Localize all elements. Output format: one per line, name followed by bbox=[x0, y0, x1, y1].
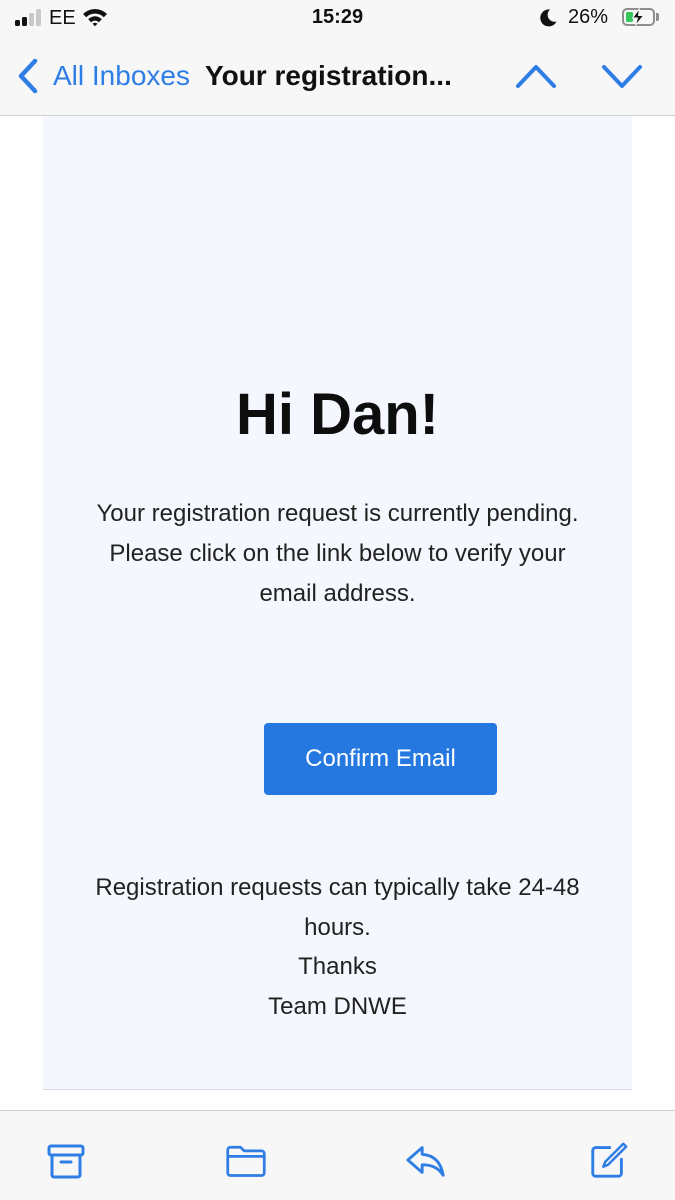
confirm-email-button[interactable]: Confirm Email bbox=[264, 723, 497, 795]
chevron-down-icon[interactable] bbox=[600, 58, 644, 94]
compose-icon[interactable] bbox=[588, 1139, 630, 1181]
chevron-left-icon[interactable] bbox=[15, 56, 41, 96]
email-body: Your registration request is currently p… bbox=[83, 494, 592, 614]
status-bar: EE 15:29 26% bbox=[0, 0, 675, 38]
email-content: Hi Dan! Your registration request is cur… bbox=[43, 116, 632, 1090]
back-button[interactable]: All Inboxes bbox=[53, 60, 190, 92]
bottom-toolbar bbox=[0, 1110, 675, 1200]
email-footer-line: Team DNWE bbox=[268, 992, 407, 1020]
nav-bar: All Inboxes Your registration... bbox=[0, 38, 675, 116]
battery-tip bbox=[656, 13, 659, 21]
email-footer-line: Registration requests can typically take… bbox=[95, 874, 580, 941]
email-greeting: Hi Dan! bbox=[236, 382, 439, 447]
moon-icon bbox=[540, 9, 557, 27]
chevron-up-icon[interactable] bbox=[514, 58, 558, 94]
email-footer: Registration requests can typically take… bbox=[83, 868, 592, 1026]
archive-icon[interactable] bbox=[45, 1139, 87, 1181]
battery-percent: 26% bbox=[568, 6, 609, 28]
email-body-line: Your registration request is currently p… bbox=[96, 500, 579, 527]
email-footer-line: Thanks bbox=[298, 953, 377, 980]
folder-icon[interactable] bbox=[225, 1139, 267, 1181]
bolt-icon bbox=[631, 8, 645, 26]
email-subject: Your registration... bbox=[205, 60, 452, 91]
email-body-line: Please click on the link below to verify… bbox=[109, 540, 566, 607]
reply-icon[interactable] bbox=[405, 1139, 447, 1181]
